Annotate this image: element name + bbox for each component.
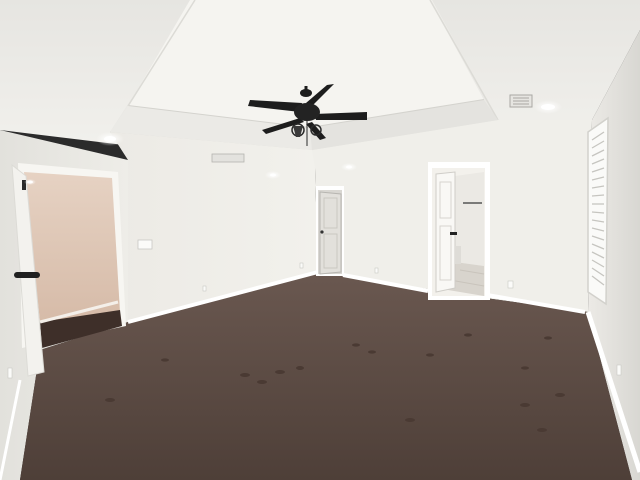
electrical-outlet[interactable] [374,267,379,274]
recessed-light [341,163,357,171]
air-vent [211,153,245,163]
electrical-outlet[interactable] [7,367,13,379]
left-doorway-interior [24,172,120,322]
window-frame [587,116,609,306]
electrical-outlet[interactable] [202,285,207,292]
door-handle-left[interactable] [14,272,40,278]
recessed-light [265,171,281,179]
room-photo [0,0,640,480]
light-switch[interactable] [137,239,153,250]
electrical-outlet[interactable] [299,262,304,269]
right-door-handle[interactable] [450,232,457,235]
air-vent [509,94,533,108]
recessed-light [534,100,562,114]
electrical-outlet[interactable] [507,280,514,289]
center-door-knob[interactable] [320,230,324,234]
recessed-light [24,179,36,185]
electrical-outlet[interactable] [616,364,622,376]
room-scene [0,0,640,480]
right-doorway-wall-cabinet [455,246,461,264]
recessed-light [96,132,124,146]
